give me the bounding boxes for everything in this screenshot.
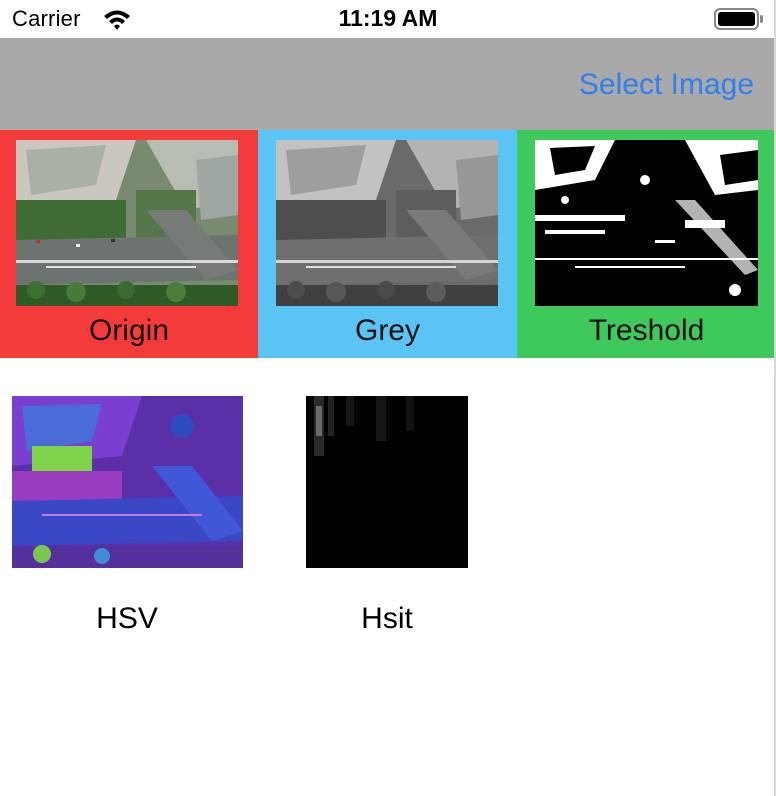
threshold-label: Treshold [588,314,705,347]
hsv-label: HSV [96,602,158,635]
origin-image [16,140,238,306]
select-image-button[interactable]: Select Image [579,68,754,102]
status-bar: Carrier 11:19 AM [0,0,776,38]
grey-image [276,140,498,306]
clock: 11:19 AM [338,5,438,31]
hsit-image [306,396,468,568]
threshold-image [535,140,758,306]
origin-panel: Origin [0,130,258,358]
grey-panel: Grey [258,130,517,358]
origin-label: Origin [88,314,170,347]
threshold-panel: Treshold [517,130,776,358]
battery-icon [714,8,763,30]
grey-label: Grey [354,314,420,347]
hsit-label: Hsit [361,602,413,635]
hsv-image [12,396,243,568]
navigation-bar: Select Image [0,38,776,130]
